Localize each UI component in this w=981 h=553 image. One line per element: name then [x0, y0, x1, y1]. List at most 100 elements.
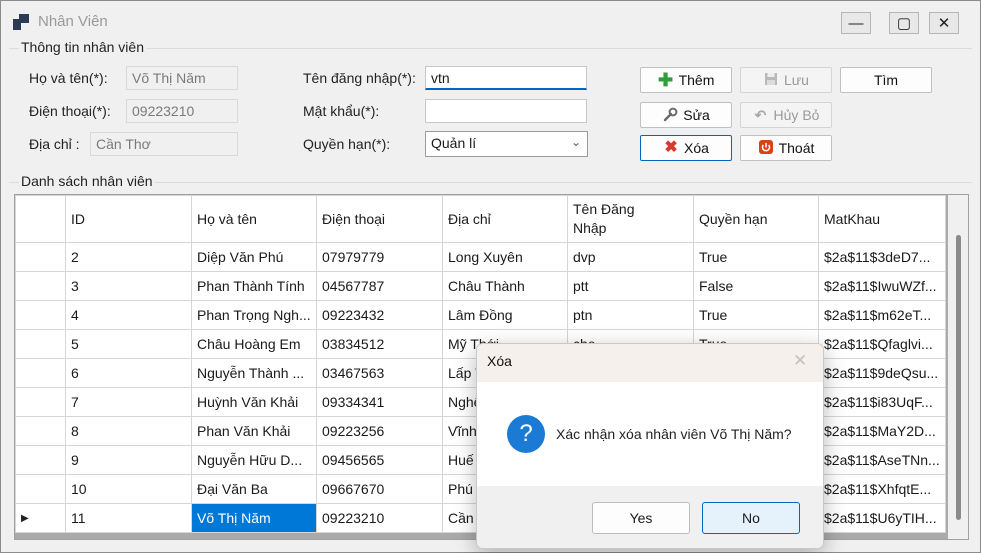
- current-row-indicator[interactable]: ▶: [15, 503, 66, 533]
- table-cell[interactable]: 03834512: [316, 329, 443, 359]
- role-label: Quyền hạn(*):: [303, 136, 391, 152]
- table-vertical-scrollbar[interactable]: [948, 195, 968, 539]
- table-cell[interactable]: 6: [65, 358, 192, 388]
- table-cell-selected[interactable]: Võ Thị Năm: [191, 503, 317, 533]
- column-header[interactable]: Tên Đăng Nhập: [567, 195, 694, 243]
- table-row[interactable]: 4 Phan Trọng Ngh... 09223432 Lâm Đồng pt…: [15, 300, 946, 330]
- maximize-button[interactable]: ▢: [889, 12, 919, 34]
- row-header[interactable]: [15, 358, 66, 388]
- table-cell[interactable]: 2: [65, 242, 192, 272]
- column-header[interactable]: Điện thoại: [316, 195, 443, 243]
- table-cell[interactable]: dvp: [567, 242, 694, 272]
- column-header[interactable]: MatKhau: [818, 195, 946, 243]
- title-bar[interactable]: Nhân Viên — ▢ ✕: [1, 1, 980, 43]
- table-cell[interactable]: Nguyễn Thành ...: [191, 358, 317, 388]
- table-cell[interactable]: $2a$11$Qfaglvi...: [818, 329, 946, 359]
- table-cell[interactable]: $2a$11$U6yTIH...: [818, 503, 946, 533]
- table-cell[interactable]: $2a$11$XhfqtE...: [818, 474, 946, 504]
- role-select[interactable]: Quản lí ⌄: [425, 131, 588, 157]
- table-cell[interactable]: True: [693, 300, 819, 330]
- table-cell[interactable]: Phan Văn Khải: [191, 416, 317, 446]
- table-cell[interactable]: 9: [65, 445, 192, 475]
- fullname-field[interactable]: Võ Thị Năm: [126, 66, 238, 90]
- username-field[interactable]: vtn: [425, 66, 587, 90]
- table-cell[interactable]: True: [693, 242, 819, 272]
- delete-button[interactable]: ✖ Xóa: [640, 135, 732, 161]
- table-cell[interactable]: 07979779: [316, 242, 443, 272]
- row-header[interactable]: [15, 416, 66, 446]
- table-cell[interactable]: $2a$11$9deQsu...: [818, 358, 946, 388]
- table-cell[interactable]: $2a$11$IwuWZf...: [818, 271, 946, 301]
- table-cell[interactable]: Phan Thành Tính: [191, 271, 317, 301]
- save-button[interactable]: Lưu: [740, 67, 832, 93]
- delete-button-label: Xóa: [684, 140, 709, 156]
- close-button[interactable]: ✕: [929, 12, 959, 34]
- table-header-row: ID Họ và tên Điện thoại Địa chỉ Tên Đăng…: [15, 195, 946, 243]
- table-cell[interactable]: Đại Văn Ba: [191, 474, 317, 504]
- table-cell[interactable]: 7: [65, 387, 192, 417]
- table-cell[interactable]: 09223210: [316, 503, 443, 533]
- table-cell[interactable]: 09667670: [316, 474, 443, 504]
- table-cell[interactable]: 4: [65, 300, 192, 330]
- table-cell[interactable]: Huỳnh Văn Khải: [191, 387, 317, 417]
- table-cell[interactable]: Phan Trọng Ngh...: [191, 300, 317, 330]
- minimize-button[interactable]: —: [841, 12, 871, 34]
- row-header[interactable]: [15, 329, 66, 359]
- exit-button[interactable]: Thoát: [740, 135, 832, 161]
- table-cell[interactable]: 09223256: [316, 416, 443, 446]
- table-row[interactable]: 2 Diệp Văn Phú 07979779 Long Xuyên dvp T…: [15, 242, 946, 272]
- table-cell[interactable]: $2a$11$MaY2D...: [818, 416, 946, 446]
- table-cell[interactable]: 8: [65, 416, 192, 446]
- undo-icon: ↶: [754, 107, 767, 123]
- table-cell[interactable]: 5: [65, 329, 192, 359]
- table-cell[interactable]: $2a$11$i83UqF...: [818, 387, 946, 417]
- table-cell[interactable]: Long Xuyên: [442, 242, 568, 272]
- phone-field[interactable]: 09223210: [126, 99, 238, 123]
- table-cell[interactable]: $2a$11$3deD7...: [818, 242, 946, 272]
- dialog-close-icon[interactable]: ✕: [793, 351, 807, 371]
- row-header[interactable]: [15, 474, 66, 504]
- table-cell[interactable]: 11: [65, 503, 192, 533]
- column-header[interactable]: ID: [65, 195, 192, 243]
- row-header[interactable]: [15, 271, 66, 301]
- column-header[interactable]: Quyền hạn: [693, 195, 819, 243]
- table-cell[interactable]: Châu Hoàng Em: [191, 329, 317, 359]
- table-cell[interactable]: 04567787: [316, 271, 443, 301]
- search-button[interactable]: Tìm: [840, 67, 932, 93]
- address-field[interactable]: Cần Thơ: [90, 132, 238, 156]
- plus-icon: ✚: [658, 70, 674, 90]
- table-cell[interactable]: ptn: [567, 300, 694, 330]
- table-cell[interactable]: 03467563: [316, 358, 443, 388]
- row-header[interactable]: [15, 300, 66, 330]
- table-cell[interactable]: Châu Thành: [442, 271, 568, 301]
- column-header[interactable]: Địa chỉ: [442, 195, 568, 243]
- scrollbar-thumb[interactable]: [956, 235, 961, 520]
- row-header[interactable]: [15, 387, 66, 417]
- table-row[interactable]: 3 Phan Thành Tính 04567787 Châu Thành pt…: [15, 271, 946, 301]
- edit-button[interactable]: Sửa: [640, 102, 732, 128]
- table-cell[interactable]: 09334341: [316, 387, 443, 417]
- table-cell[interactable]: 3: [65, 271, 192, 301]
- yes-button[interactable]: Yes: [592, 502, 690, 534]
- table-cell[interactable]: Diệp Văn Phú: [191, 242, 317, 272]
- column-header[interactable]: Họ và tên: [191, 195, 317, 243]
- table-cell[interactable]: ptt: [567, 271, 694, 301]
- password-field[interactable]: [425, 99, 587, 123]
- table-cell[interactable]: $2a$11$AseTNn...: [818, 445, 946, 475]
- no-button[interactable]: No: [702, 502, 800, 534]
- table-cell[interactable]: 10: [65, 474, 192, 504]
- row-header[interactable]: [15, 242, 66, 272]
- add-button[interactable]: ✚ Thêm: [640, 67, 732, 93]
- table-cell[interactable]: False: [693, 271, 819, 301]
- row-header[interactable]: [15, 445, 66, 475]
- table-cell[interactable]: $2a$11$m62eT...: [818, 300, 946, 330]
- table-cell[interactable]: 09223432: [316, 300, 443, 330]
- dialog-title-bar[interactable]: Xóa ✕: [477, 344, 823, 382]
- save-icon: [763, 72, 779, 88]
- table-cell[interactable]: Lâm Đồng: [442, 300, 568, 330]
- table-cell[interactable]: 09456565: [316, 445, 443, 475]
- list-group-title: Danh sách nhân viên: [19, 173, 155, 189]
- cancel-button[interactable]: ↶ Hủy Bỏ: [740, 102, 832, 128]
- confirm-delete-dialog: Xóa ✕ ? Xác nhận xóa nhân viên Võ Thị Nă…: [476, 343, 824, 549]
- table-cell[interactable]: Nguyễn Hữu D...: [191, 445, 317, 475]
